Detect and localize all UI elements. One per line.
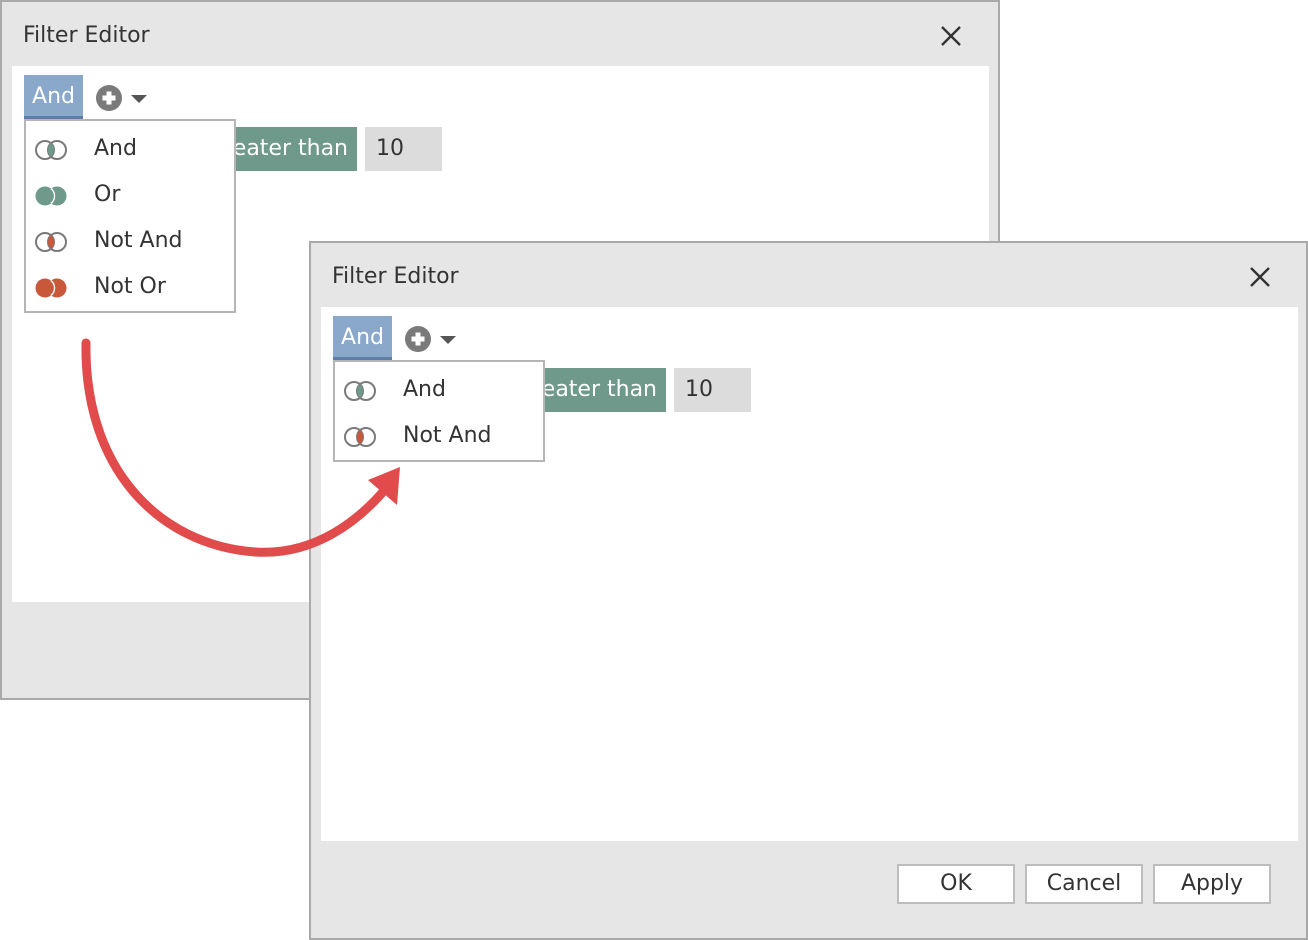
filter-tree-area: And reater than 10 And — [321, 307, 1298, 841]
or-icon — [35, 186, 67, 206]
dropdown-item-not-or[interactable]: Not Or — [26, 265, 234, 311]
and-icon — [344, 381, 376, 401]
dropdown-item-not-and[interactable]: Not And — [335, 414, 543, 460]
chevron-down-icon — [131, 95, 147, 103]
dropdown-item-not-and[interactable]: Not And — [26, 219, 234, 265]
dropdown-item-label: Not Or — [94, 274, 166, 299]
not-and-icon — [35, 232, 67, 252]
add-condition-button[interactable] — [404, 325, 460, 353]
dropdown-item-and[interactable]: And — [335, 368, 543, 414]
dropdown-item-label: Or — [94, 182, 121, 207]
close-button[interactable] — [937, 22, 965, 50]
dropdown-item-or[interactable]: Or — [26, 173, 234, 219]
group-operator-dropdown: And Or Not And Not Or — [24, 119, 236, 313]
dropdown-item-label: And — [94, 136, 137, 161]
close-button[interactable] — [1246, 263, 1274, 291]
dialog-title: Filter Editor — [332, 264, 459, 289]
dropdown-item-label: And — [403, 377, 446, 402]
group-operator-button[interactable]: And — [333, 316, 392, 360]
filter-editor-dialog-after: Filter Editor And reater than 10 And Not… — [309, 241, 1308, 940]
condition-value-chip[interactable]: 10 — [365, 127, 442, 171]
chevron-down-icon — [440, 336, 456, 344]
and-icon — [35, 140, 67, 160]
plus-circle-icon — [96, 85, 122, 111]
group-operator-dropdown: And Not And — [333, 360, 545, 462]
close-icon — [941, 26, 961, 46]
close-icon — [1250, 267, 1270, 287]
ok-button[interactable]: OK — [897, 864, 1015, 904]
apply-button[interactable]: Apply — [1153, 864, 1271, 904]
not-and-icon — [344, 427, 376, 447]
dialog-title: Filter Editor — [23, 23, 150, 48]
dropdown-item-and[interactable]: And — [26, 127, 234, 173]
group-operator-button[interactable]: And — [24, 75, 83, 119]
dropdown-item-label: Not And — [94, 228, 183, 253]
condition-value-chip[interactable]: 10 — [674, 368, 751, 412]
dropdown-item-label: Not And — [403, 423, 492, 448]
cancel-button[interactable]: Cancel — [1025, 864, 1143, 904]
plus-circle-icon — [405, 326, 431, 352]
not-or-icon — [35, 278, 67, 298]
add-condition-button[interactable] — [95, 84, 151, 112]
